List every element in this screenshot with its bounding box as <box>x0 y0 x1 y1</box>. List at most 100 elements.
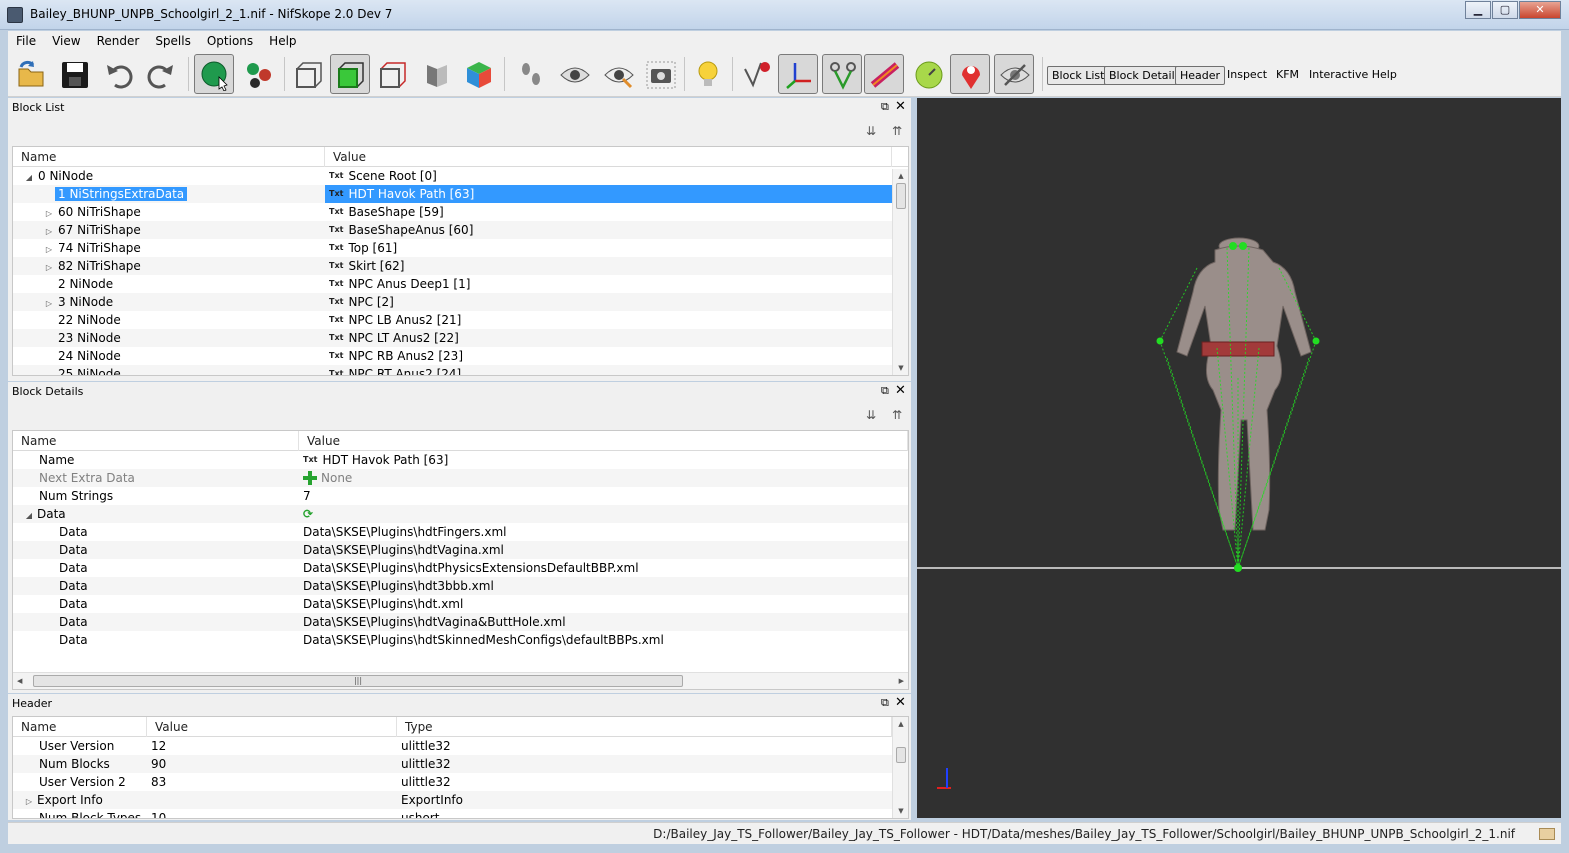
collapse-all-icon[interactable]: ⇈ <box>889 407 905 423</box>
toggle-block-details-button[interactable]: Block Details <box>1104 66 1186 85</box>
expand-arrow-icon[interactable]: ▷ <box>23 793 35 809</box>
table-row[interactable]: Data Data\SKSE\Plugins\hdtSkinnedMeshConf… <box>13 631 908 649</box>
float-icon[interactable]: ⧉ <box>881 697 893 709</box>
table-row[interactable]: 24 NiNode Txt NPC RB Anus2 [23] <box>13 347 908 365</box>
menu-file[interactable]: File <box>8 34 44 48</box>
expand-arrow-icon[interactable]: ▷ <box>43 259 55 275</box>
show-bounds-icon[interactable] <box>908 54 948 94</box>
select-vertex-icon[interactable] <box>238 54 278 94</box>
column-value-header[interactable]: Value <box>325 147 892 167</box>
menu-render[interactable]: Render <box>89 34 148 48</box>
show-nodes-icon[interactable] <box>598 54 638 94</box>
block-details-hscrollbar[interactable]: ◀ ||| ▶ <box>13 672 908 689</box>
screenshot-icon[interactable] <box>640 54 680 94</box>
add-link-icon[interactable] <box>303 471 317 485</box>
table-row[interactable]: 25 NiNode Txt NPC RT Anus2 [24] <box>13 365 908 375</box>
column-name-header[interactable]: Name <box>13 147 325 167</box>
float-icon[interactable]: ⧉ <box>881 385 893 397</box>
value-cell: Data\SKSE\Plugins\hdtVagina.xml <box>299 541 908 559</box>
open-file-icon[interactable] <box>10 54 50 94</box>
table-row[interactable]: 23 NiNode Txt NPC LT Anus2 [22] <box>13 329 908 347</box>
menu-help[interactable]: Help <box>261 34 304 48</box>
vertex-paint-icon[interactable] <box>736 54 776 94</box>
header-scrollbar[interactable]: ▲ ▼ <box>892 717 908 818</box>
show-skeleton-icon[interactable] <box>822 54 862 94</box>
expand-all-icon[interactable]: ⇊ <box>863 407 879 423</box>
show-axes-icon[interactable] <box>778 54 818 94</box>
table-row[interactable]: 1 NiStringsExtraData Txt HDT Havok Path [6… <box>13 185 908 203</box>
close-window-button[interactable]: ✕ <box>1519 1 1561 19</box>
view-top-icon[interactable] <box>330 54 370 94</box>
menu-view[interactable]: View <box>44 34 88 48</box>
interactive-help-button[interactable]: Interactive Help <box>1305 66 1401 85</box>
view-front-icon[interactable] <box>288 54 328 94</box>
minimize-button[interactable]: ▁ <box>1465 1 1491 19</box>
expand-arrow-icon[interactable]: ▷ <box>43 295 55 311</box>
column-value-header[interactable]: Value <box>147 717 397 737</box>
show-markers-icon[interactable] <box>950 54 990 94</box>
expand-arrow-icon[interactable]: ◢ <box>23 507 35 523</box>
block-list-scrollbar[interactable]: ▲ ▼ <box>892 169 908 375</box>
view-side-icon[interactable] <box>372 54 412 94</box>
menu-options[interactable]: Options <box>199 34 261 48</box>
column-value-header[interactable]: Value <box>299 431 908 451</box>
show-collision-icon[interactable] <box>864 54 904 94</box>
toggle-kfm-button[interactable]: KFM <box>1272 66 1303 85</box>
table-row[interactable]: Name Txt HDT Havok Path [63] <box>13 451 908 469</box>
redo-icon[interactable] <box>140 54 180 94</box>
save-icon[interactable] <box>54 54 94 94</box>
refresh-array-icon[interactable]: ⟳ <box>303 507 313 521</box>
view-user-icon[interactable] <box>416 54 456 94</box>
view-perspective-icon[interactable] <box>458 54 498 94</box>
table-row[interactable]: Data Data\SKSE\Plugins\hdt.xml <box>13 595 908 613</box>
maximize-button[interactable]: ▢ <box>1492 1 1518 19</box>
table-row[interactable]: Data Data\SKSE\Plugins\hdtVagina.xml <box>13 541 908 559</box>
toggle-header-button[interactable]: Header <box>1175 66 1226 85</box>
expand-arrow-icon[interactable]: ▷ <box>43 205 55 221</box>
toggle-block-list-button[interactable]: Block List <box>1047 66 1110 85</box>
table-row[interactable]: User Version 2 83 ulittle32 <box>13 773 908 791</box>
table-row[interactable]: ▷ Export Info ExportInfo <box>13 791 908 809</box>
collapse-all-icon[interactable]: ⇈ <box>889 123 905 139</box>
column-name-header[interactable]: Name <box>13 431 299 451</box>
table-row[interactable]: 22 NiNode Txt NPC LB Anus2 [21] <box>13 311 908 329</box>
table-row[interactable]: ◢ 0 NiNode Txt Scene Root [0] <box>13 167 908 185</box>
table-row[interactable]: Data Data\SKSE\Plugins\hdtPhysicsExtensio… <box>13 559 908 577</box>
table-row[interactable]: Data Data\SKSE\Plugins\hdtVagina&ButtHole… <box>13 613 908 631</box>
table-row[interactable]: Next Extra Data None <box>13 469 908 487</box>
resize-grip-icon[interactable] <box>1539 828 1555 840</box>
table-row[interactable]: ▷ 82 NiTriShape Txt Skirt [62] <box>13 257 908 275</box>
value-cell: Data\SKSE\Plugins\hdt3bbb.xml <box>299 577 908 595</box>
column-type-header[interactable]: Type <box>397 717 892 737</box>
expand-arrow-icon[interactable]: ◢ <box>23 169 35 185</box>
table-row[interactable]: Data Data\SKSE\Plugins\hdt3bbb.xml <box>13 577 908 595</box>
table-row[interactable]: ▷ 3 NiNode Txt NPC [2] <box>13 293 908 311</box>
column-name-header[interactable]: Name <box>13 717 147 737</box>
expand-arrow-icon[interactable]: ▷ <box>43 241 55 257</box>
undo-icon[interactable] <box>98 54 138 94</box>
table-row[interactable]: ▷ 67 NiTriShape Txt BaseShapeAnus [60] <box>13 221 908 239</box>
table-row[interactable]: Num Strings 7 <box>13 487 908 505</box>
menu-spells[interactable]: Spells <box>147 34 199 48</box>
table-row[interactable]: 2 NiNode Txt NPC Anus Deep1 [1] <box>13 275 908 293</box>
close-icon[interactable]: ✕ <box>895 384 907 398</box>
table-row[interactable]: ▷ 60 NiTriShape Txt BaseShape [59] <box>13 203 908 221</box>
table-row[interactable]: Num Blocks 90 ulittle32 <box>13 755 908 773</box>
close-icon[interactable]: ✕ <box>895 100 907 114</box>
hide-hidden-icon[interactable] <box>994 54 1034 94</box>
table-row[interactable]: Num Block Types 10 ushort <box>13 809 908 818</box>
table-row[interactable]: ◢ Data ⟳ <box>13 505 908 523</box>
expand-all-icon[interactable]: ⇊ <box>863 123 879 139</box>
table-row[interactable]: Data Data\SKSE\Plugins\hdtFingers.xml <box>13 523 908 541</box>
table-row[interactable]: User Version 12 ulittle32 <box>13 737 908 755</box>
show-hidden-icon[interactable] <box>554 54 594 94</box>
render-viewport[interactable] <box>917 98 1561 818</box>
expand-arrow-icon[interactable]: ▷ <box>43 223 55 239</box>
table-row[interactable]: ▷ 74 NiTriShape Txt Top [61] <box>13 239 908 257</box>
float-icon[interactable]: ⧉ <box>881 101 893 113</box>
lighting-icon[interactable] <box>688 54 728 94</box>
select-object-icon[interactable] <box>194 54 234 94</box>
toggle-inspect-button[interactable]: Inspect <box>1223 66 1271 85</box>
close-icon[interactable]: ✕ <box>895 696 907 710</box>
walk-mode-icon[interactable] <box>510 54 550 94</box>
